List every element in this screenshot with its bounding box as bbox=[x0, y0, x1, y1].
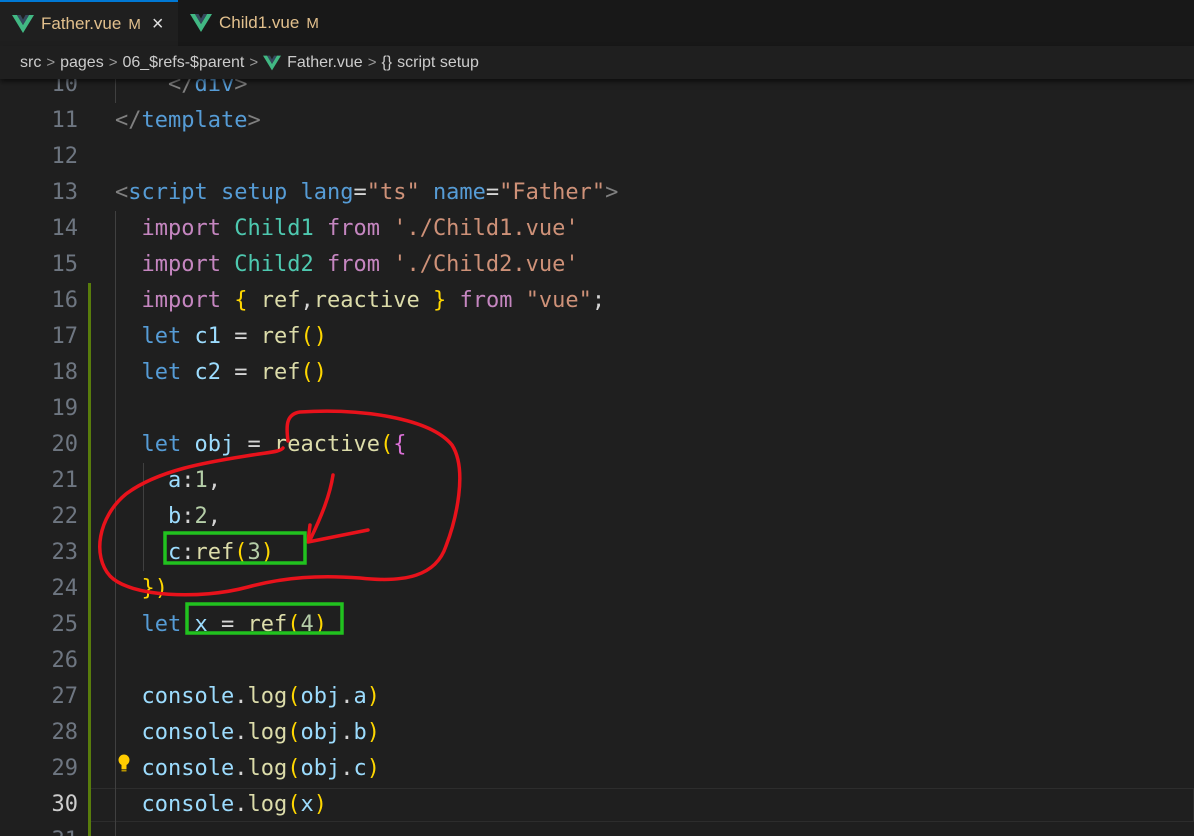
line-number: 24 bbox=[51, 576, 79, 601]
code-line[interactable]: 20 let obj = reactive({ bbox=[0, 427, 1194, 463]
breadcrumb-item-folder[interactable]: 06_$refs-$parent bbox=[122, 54, 244, 72]
code-text[interactable]: <script setup lang="ts" name="Father"> bbox=[115, 175, 618, 211]
vue-logo-icon bbox=[263, 55, 282, 70]
line-number: 15 bbox=[51, 252, 79, 277]
line-number: 20 bbox=[51, 432, 79, 457]
code-line[interactable]: 14 import Child1 from './Child1.vue' bbox=[0, 211, 1194, 247]
indent-guide bbox=[115, 79, 116, 103]
line-number: 30 bbox=[51, 792, 79, 817]
editor-tab-bar: Father.vue M × Child1.vue M bbox=[0, 0, 1194, 46]
tab-child1-vue[interactable]: Child1.vue M bbox=[178, 0, 338, 46]
code-line[interactable]: 30 console.log(x) bbox=[0, 787, 1194, 823]
code-line[interactable]: 16 import { ref,reactive } from "vue"; bbox=[0, 283, 1194, 319]
line-number: 12 bbox=[51, 144, 79, 169]
line-number: 22 bbox=[51, 504, 79, 529]
indent-guide bbox=[143, 463, 144, 571]
code-line[interactable]: 24 }) bbox=[0, 571, 1194, 607]
braces-icon: {} bbox=[381, 53, 393, 71]
breadcrumb-item-file[interactable]: Father.vue bbox=[287, 54, 363, 72]
line-number: 13 bbox=[51, 180, 79, 205]
code-text[interactable]: </div> bbox=[115, 79, 248, 103]
code-text[interactable]: b:2, bbox=[115, 499, 221, 535]
breadcrumb-item-pages[interactable]: pages bbox=[60, 54, 104, 72]
code-text[interactable]: a:1, bbox=[115, 463, 221, 499]
breadcrumb-item-symbol[interactable]: script setup bbox=[397, 54, 479, 72]
line-number: 31 bbox=[0, 823, 79, 836]
code-text[interactable]: import { ref,reactive } from "vue"; bbox=[115, 283, 606, 319]
code-line[interactable]: 11 </template> bbox=[0, 103, 1194, 139]
git-modified-gutter bbox=[88, 283, 91, 836]
code-text[interactable]: console.log(obj.b) bbox=[115, 715, 380, 751]
code-line[interactable]: 15 import Child2 from './Child2.vue' bbox=[0, 247, 1194, 283]
line-number: 25 bbox=[51, 612, 79, 637]
line-number: 19 bbox=[51, 396, 79, 421]
line-number: 18 bbox=[51, 360, 79, 385]
chevron-right-icon: > bbox=[46, 54, 56, 71]
line-number: 16 bbox=[51, 288, 79, 313]
code-text[interactable]: c:ref(3) bbox=[115, 535, 274, 571]
code-line[interactable]: 25 let x = ref(4) bbox=[0, 607, 1194, 643]
code-text[interactable]: import Child1 from './Child1.vue' bbox=[115, 211, 579, 247]
code-line[interactable]: 27 console.log(obj.a) bbox=[0, 679, 1194, 715]
breadcrumb-item-src[interactable]: src bbox=[20, 54, 41, 72]
code-line[interactable]: 17 let c1 = ref() bbox=[0, 319, 1194, 355]
vue-logo-icon bbox=[190, 14, 212, 32]
code-line[interactable]: 18 let c2 = ref() bbox=[0, 355, 1194, 391]
code-line[interactable]: 26 bbox=[0, 643, 1194, 679]
line-number: 23 bbox=[51, 540, 79, 565]
code-text[interactable]: let c1 = ref() bbox=[115, 319, 328, 355]
code-line[interactable]: 23 c:ref(3) bbox=[0, 535, 1194, 571]
line-number: 28 bbox=[51, 720, 79, 745]
line-number: 17 bbox=[51, 324, 79, 349]
breadcrumb: src > pages > 06_$refs-$parent > Father.… bbox=[0, 46, 1194, 79]
lightbulb-icon[interactable] bbox=[116, 753, 132, 775]
modified-indicator: M bbox=[306, 14, 319, 32]
code-text[interactable]: let c2 = ref() bbox=[115, 355, 328, 391]
code-text[interactable]: console.log(x) bbox=[115, 787, 327, 823]
tab-label: Father.vue bbox=[41, 14, 122, 33]
chevron-right-icon: > bbox=[367, 54, 377, 71]
code-line[interactable]: 22 b:2, bbox=[0, 499, 1194, 535]
code-line[interactable]: 12 bbox=[0, 139, 1194, 175]
line-number: 14 bbox=[51, 216, 79, 241]
code-line[interactable]: 19 bbox=[0, 391, 1194, 427]
indent-guide bbox=[115, 211, 116, 836]
line-number: 27 bbox=[51, 684, 79, 709]
line-number: 21 bbox=[51, 468, 79, 493]
code-line[interactable]: 13 <script setup lang="ts" name="Father"> bbox=[0, 175, 1194, 211]
chevron-right-icon: > bbox=[108, 54, 118, 71]
code-text[interactable]: }) bbox=[115, 571, 169, 607]
tab-father-vue[interactable]: Father.vue M × bbox=[0, 0, 178, 46]
line-number: 10 bbox=[51, 79, 79, 97]
code-text[interactable]: </template> bbox=[115, 103, 261, 139]
code-text[interactable]: import Child2 from './Child2.vue' bbox=[115, 247, 579, 283]
code-line[interactable]: 21 a:1, bbox=[0, 463, 1194, 499]
code-text[interactable]: let obj = reactive({ bbox=[115, 427, 407, 463]
modified-indicator: M bbox=[128, 15, 141, 33]
line-number: 26 bbox=[51, 648, 79, 673]
code-text[interactable]: console.log(obj.a) bbox=[115, 679, 380, 715]
tab-label: Child1.vue bbox=[219, 13, 300, 32]
line-number: 29 bbox=[51, 756, 79, 781]
code-text[interactable]: let x = ref(4) bbox=[115, 607, 328, 643]
code-line[interactable]: 10 </div> bbox=[0, 79, 1194, 103]
code-line[interactable]: 29 console.log(obj.c) bbox=[0, 751, 1194, 787]
code-text[interactable]: console.log(obj.c) bbox=[115, 751, 380, 787]
code-line[interactable]: 31 bbox=[0, 823, 1194, 836]
code-editor[interactable]: 10 </div> 11 </template> 12 13 <script setup … bbox=[0, 79, 1194, 836]
line-number: 11 bbox=[51, 108, 79, 133]
vue-logo-icon bbox=[12, 15, 34, 33]
code-line[interactable]: 28 console.log(obj.b) bbox=[0, 715, 1194, 751]
close-icon[interactable]: × bbox=[152, 14, 164, 34]
chevron-right-icon: > bbox=[249, 54, 259, 71]
